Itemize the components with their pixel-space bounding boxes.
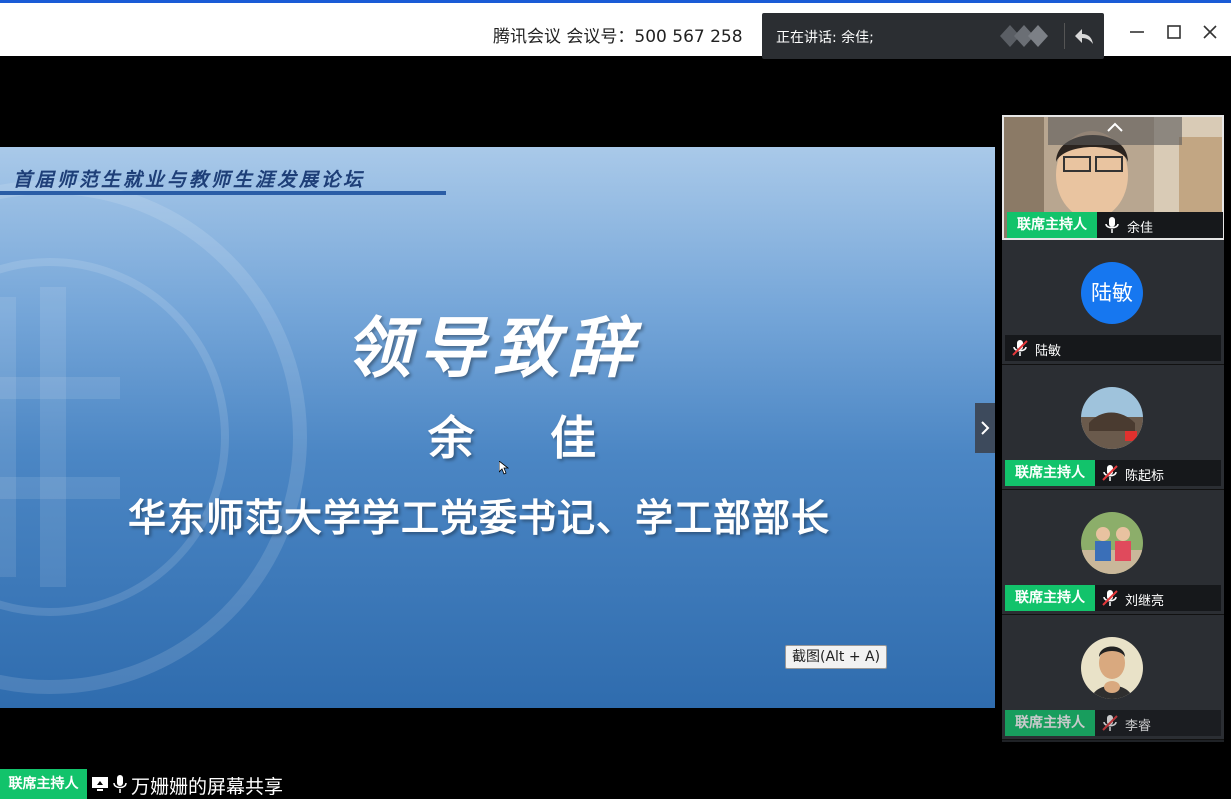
participant-name: 刘继亮: [1125, 594, 1165, 609]
collapse-button[interactable]: [1048, 117, 1182, 145]
chevron-up-icon: [1107, 122, 1123, 132]
toggle-panel-button[interactable]: [975, 403, 995, 453]
participant-name: 余佳: [1127, 221, 1154, 236]
participant-name: 陆敏: [1035, 344, 1062, 359]
shared-screen: 首届师范生就业与教师生涯发展论坛 领导致辞 余 佳 华东师范大学学工党委书记、学…: [0, 147, 995, 708]
university-seal-watermark: [0, 180, 307, 694]
avatar: 陆敏: [1081, 262, 1143, 324]
screenshot-tooltip: 截图(Alt + A): [785, 645, 888, 669]
cohost-badge: 联席主持人: [1005, 710, 1095, 736]
participant-video-list: 联席主持人 余佳 陆敏 陆敏 联席主持人 陈起标 联席主持人 刘继亮 联席主持人…: [1002, 115, 1224, 742]
participant-name: 陈起标: [1125, 469, 1165, 484]
avatar: [1081, 512, 1143, 574]
participant-name-bar: 联席主持人 李睿: [1005, 710, 1221, 736]
participant-tile[interactable]: 联席主持人 陈起标: [1002, 365, 1224, 490]
participant-name: 李睿: [1125, 719, 1152, 734]
speaker-name: 余 佳: [428, 411, 627, 465]
audio-wave-icon: [1000, 25, 1048, 47]
microphone-muted-icon: [1102, 465, 1118, 481]
screen-share-icon: [92, 777, 108, 791]
title-underline: [0, 191, 446, 195]
avatar: [1081, 637, 1143, 699]
cohost-badge: 联席主持人: [1007, 212, 1097, 238]
slide-heading: 领导致辞: [345, 309, 641, 387]
close-icon[interactable]: [1199, 21, 1221, 43]
cohost-badge: 联席主持人: [1005, 460, 1095, 486]
participant-tile[interactable]: 联席主持人 刘继亮: [1002, 490, 1224, 615]
participant-name-bar: 联席主持人 刘继亮: [1005, 585, 1221, 611]
participant-name-bar: 联席主持人 余佳: [1007, 212, 1223, 238]
participant-name-bar: 陆敏: [1005, 335, 1221, 361]
microphone-muted-icon: [1102, 715, 1118, 731]
forum-title: 首届师范生就业与教师生涯发展论坛: [13, 169, 366, 191]
cohost-badge: 联席主持人: [0, 769, 87, 799]
microphone-icon: [1105, 217, 1119, 233]
avatar: [1081, 387, 1143, 449]
mouse-cursor-icon: [499, 461, 509, 475]
chevron-right-icon: [981, 421, 990, 435]
microphone-muted-icon: [1102, 590, 1118, 606]
participant-name-bar: 联席主持人 陈起标: [1005, 460, 1221, 486]
participant-tile[interactable]: 联席主持人 余佳: [1002, 115, 1224, 240]
participant-tile[interactable]: 联席主持人 李睿: [1002, 615, 1224, 740]
title-bar: 腾讯会议 会议号：500 567 258 正在讲话: 余佳;: [0, 0, 1231, 59]
minimize-icon[interactable]: [1126, 21, 1148, 43]
divider: [1064, 23, 1065, 49]
microphone-icon: [113, 775, 127, 793]
participant-tile[interactable]: 陆敏 陆敏: [1002, 240, 1224, 365]
meeting-window: 腾讯会议 会议号：500 567 258 正在讲话: 余佳; 首届师范生就业与教…: [0, 0, 1231, 799]
speaking-label: 正在讲话: 余佳;: [776, 30, 874, 46]
collapse-reply-icon[interactable]: [1070, 23, 1098, 49]
screen-share-label: 万姗姗的屏幕共享: [131, 776, 284, 798]
microphone-muted-icon: [1012, 340, 1028, 356]
meeting-id-label: 腾讯会议 会议号：500 567 258: [493, 27, 743, 47]
speaker-role: 华东师范大学学工党委书记、学工部部长: [128, 495, 831, 540]
cohost-badge: 联席主持人: [1005, 585, 1095, 611]
maximize-icon[interactable]: [1163, 21, 1185, 43]
speaking-indicator: 正在讲话: 余佳;: [762, 13, 1104, 59]
